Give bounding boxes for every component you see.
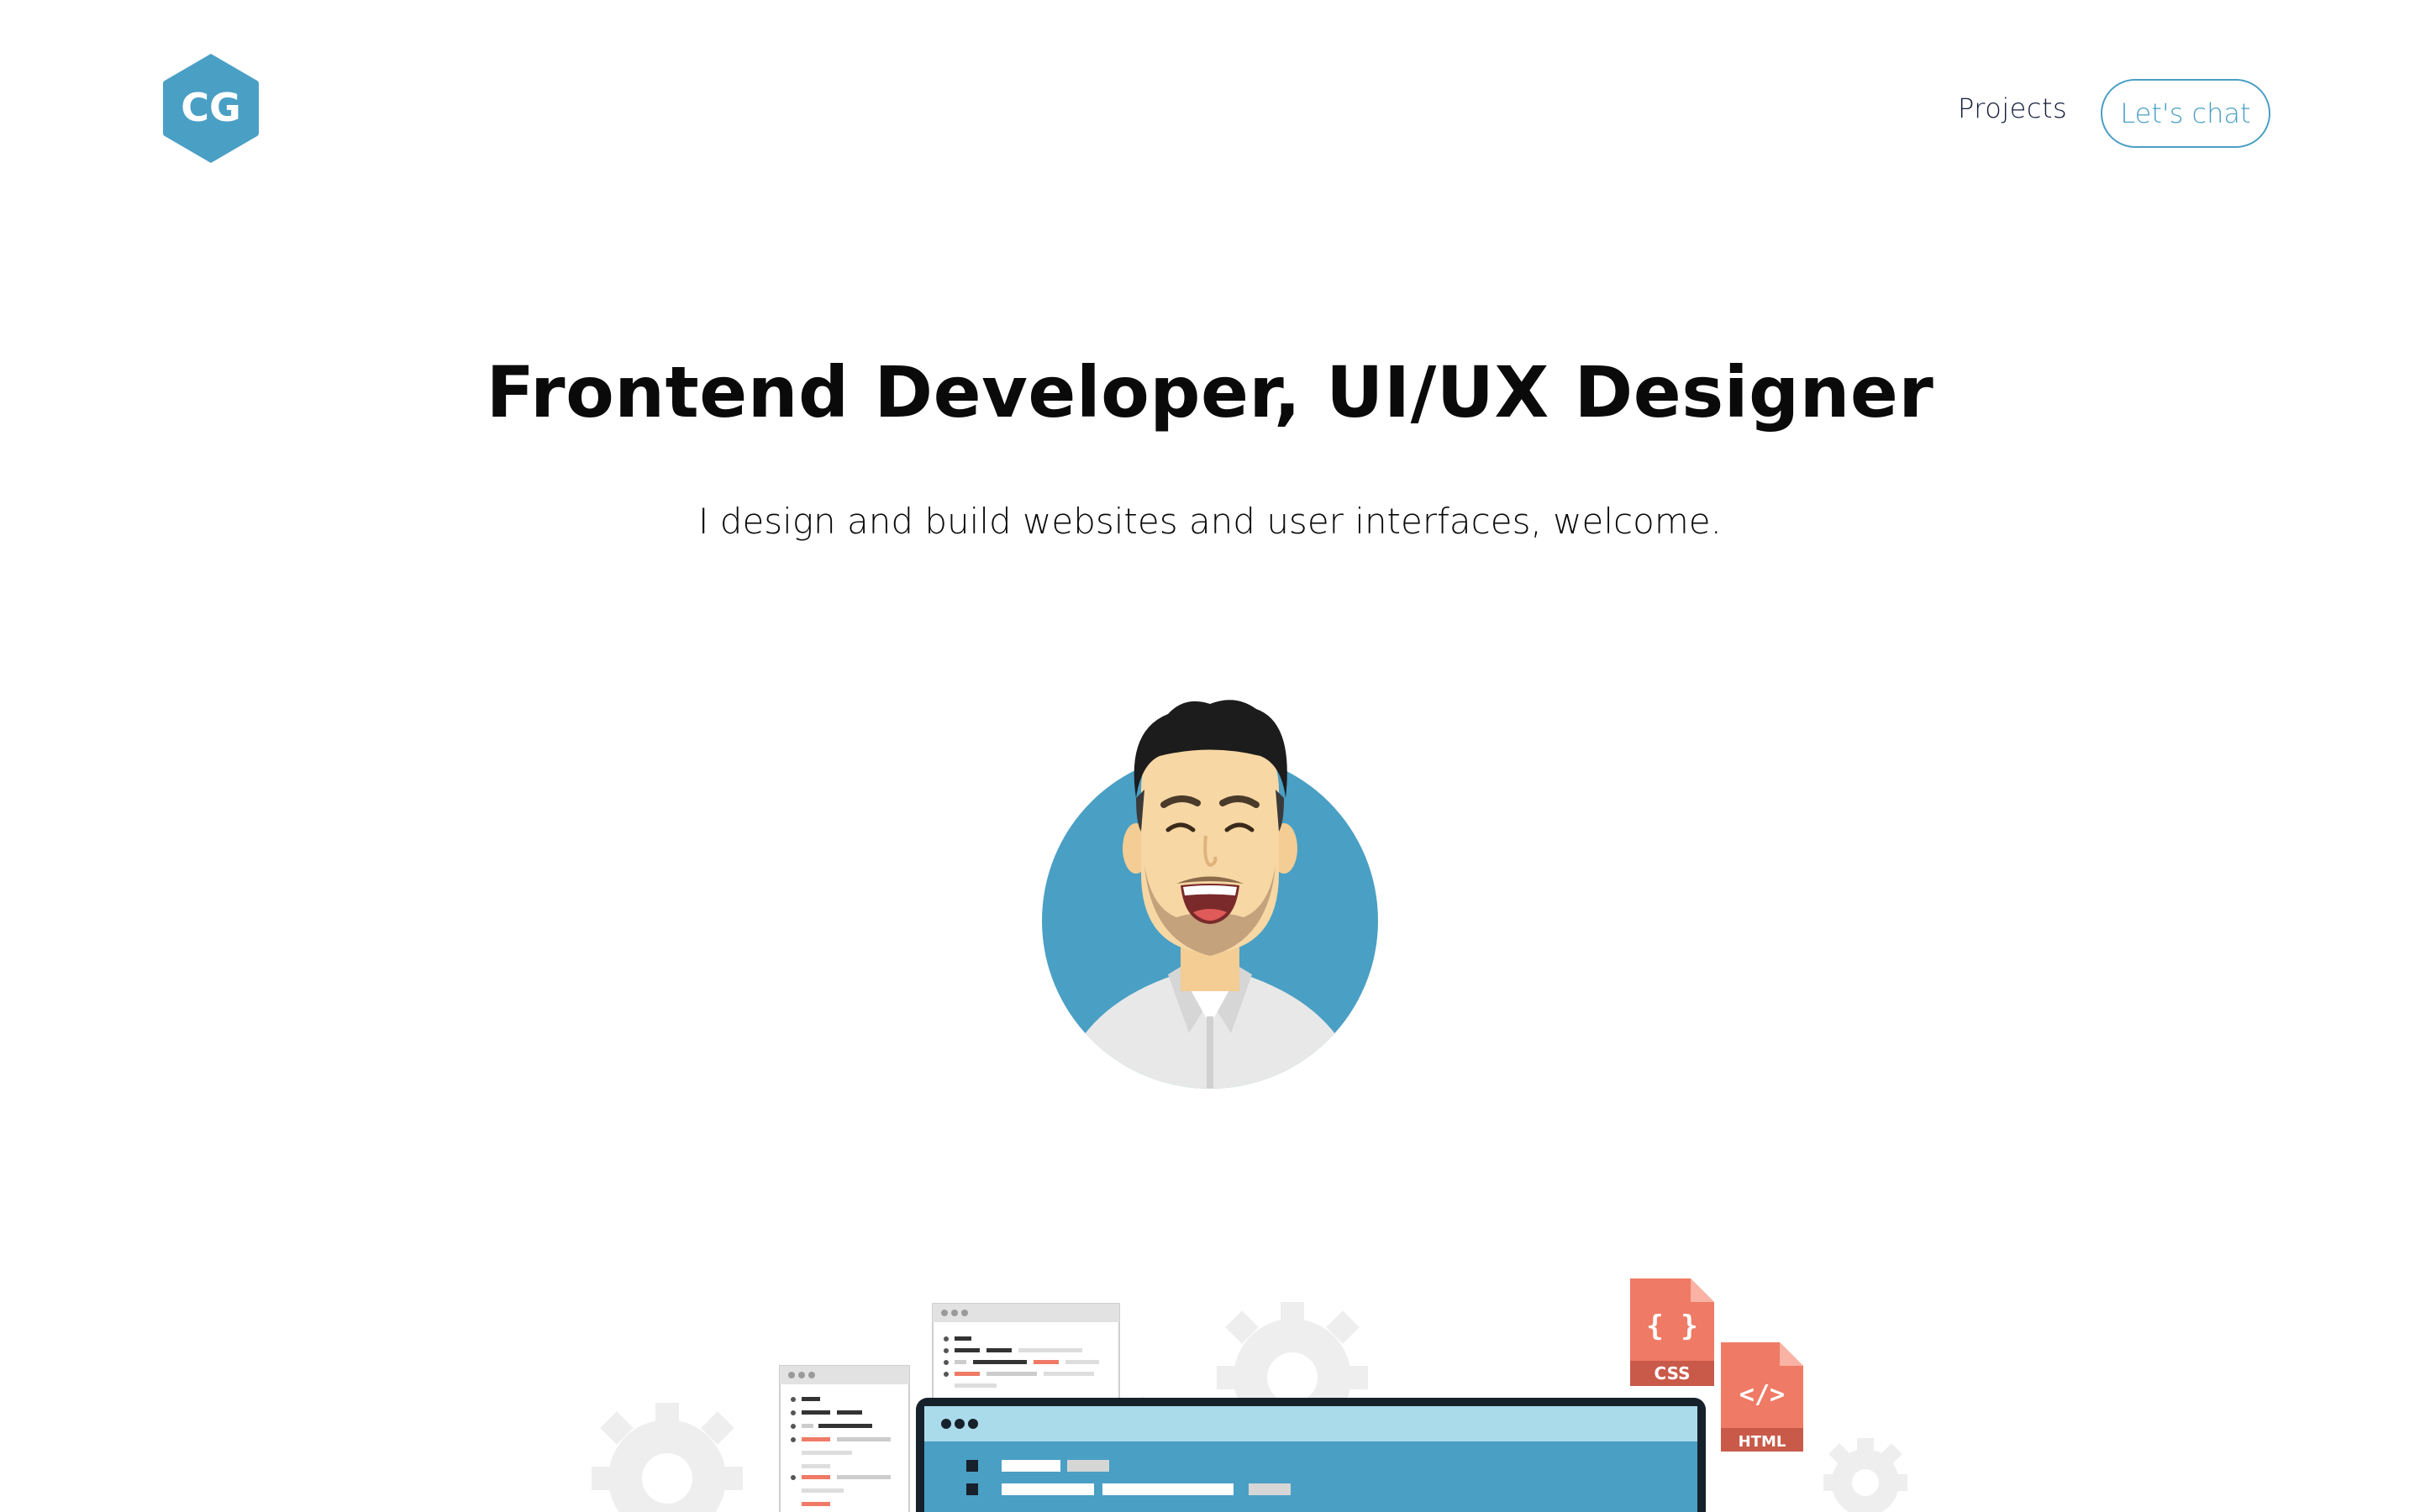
workspace-illustration: { } CSS </> HTML xyxy=(571,1226,1933,1512)
browser-window-small-left xyxy=(779,1365,910,1512)
css-glyph: { } xyxy=(1646,1310,1697,1343)
html-file-icon: </> HTML xyxy=(1721,1342,1803,1452)
hero-title: Frontend Developer, UI/UX Designer xyxy=(486,351,1934,433)
logo-hexagon-icon: CG xyxy=(163,54,259,163)
logo-text: CG xyxy=(181,85,241,130)
html-file-label: HTML xyxy=(1739,1433,1786,1451)
hero-subtitle: I design and build websites and user int… xyxy=(698,501,1722,542)
site-header: CG Projects Let's chat xyxy=(0,0,2420,218)
nav-projects-link[interactable]: Projects xyxy=(1958,92,2067,124)
avatar-illustration xyxy=(1042,697,1378,1092)
html-glyph: </> xyxy=(1739,1380,1785,1410)
css-file-label: CSS xyxy=(1655,1363,1691,1383)
logo[interactable]: CG xyxy=(160,50,262,166)
monitor-screen xyxy=(916,1398,1706,1512)
browser-window-small-top xyxy=(932,1303,1120,1402)
lets-chat-button[interactable]: Let's chat xyxy=(2101,79,2270,148)
css-file-icon: { } CSS xyxy=(1630,1278,1714,1386)
